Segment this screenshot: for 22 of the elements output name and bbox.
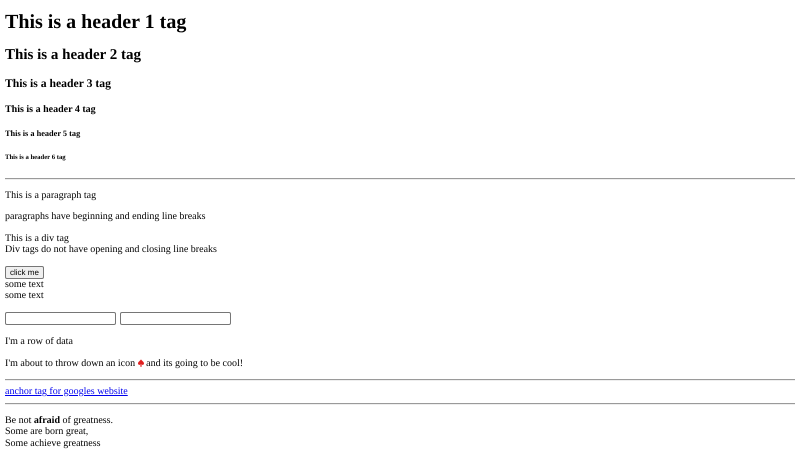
heading: This is a header 2 tag [5,47,142,65]
paragraph: and its going to be cool! [146,358,244,369]
input-field[interactable] [5,312,116,325]
heading: This is a header 3 tag [5,77,112,91]
poem-line: Some are born great, [5,426,88,438]
heading: This is a header 1 tag [5,11,188,34]
heading: This is a header 4 tag [5,104,97,116]
text-line: some text [5,278,44,290]
poem-line: Be not afraid of greatness. [5,414,114,426]
paragraph: This is a paragraph tag [5,190,96,201]
text-line: Div tags do not have opening and closing line breaks [5,244,217,256]
paragraph: I'm a row of data [5,336,73,348]
text-line: This is a div tag [5,232,69,244]
spade-icon [138,358,144,367]
paragraph: I'm about to throw down an icon [5,358,136,369]
click-me-button[interactable]: click me [5,266,44,279]
input-field[interactable] [120,312,230,325]
poem-line: Some achieve greatness [5,438,101,449]
text-line: some text [5,290,44,302]
heading: This is a header 5 tag [5,129,82,139]
paragraph: paragraphs have beginning and ending line breaks [5,211,206,222]
link[interactable]: anchor tag for googles website [5,386,128,398]
